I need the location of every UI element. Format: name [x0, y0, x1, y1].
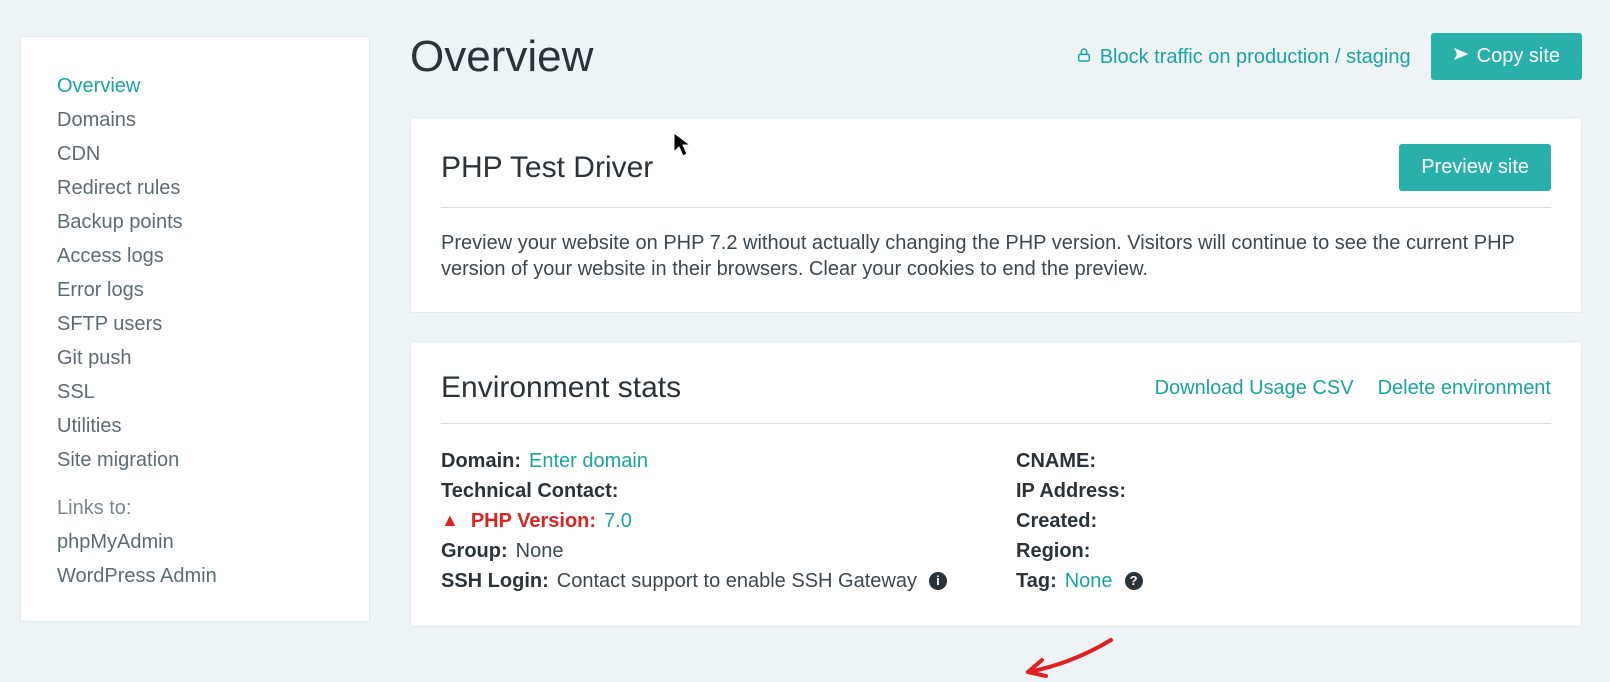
stat-ssh-login: SSH Login: Contact support to enable SSH…	[441, 566, 976, 596]
sidebar-item-cdn[interactable]: CDN	[57, 137, 333, 171]
env-stats-left-col: Domain: Enter domain Technical Contact: …	[441, 446, 976, 596]
stat-ssh-login-label: SSH Login:	[441, 568, 549, 594]
stat-group: Group: None	[441, 536, 976, 566]
paper-plane-icon	[1453, 45, 1469, 68]
php-test-driver-card: PHP Test Driver Preview site Preview you…	[410, 117, 1582, 313]
delete-environment-link[interactable]: Delete environment	[1378, 375, 1551, 401]
annotation-arrow-icon	[1016, 622, 1116, 682]
stat-tag-label: Tag:	[1016, 568, 1057, 594]
stat-php-version-value[interactable]: 7.0	[604, 508, 632, 534]
stat-technical-contact-label: Technical Contact:	[441, 478, 618, 504]
stat-tag-value[interactable]: None	[1065, 568, 1113, 594]
cursor-icon	[673, 132, 693, 166]
sidebar-links-list: phpMyAdmin WordPress Admin	[57, 525, 333, 593]
copy-site-label: Copy site	[1477, 45, 1560, 68]
php-test-driver-description: Preview your website on PHP 7.2 without …	[441, 230, 1551, 282]
sidebar-item-backup-points[interactable]: Backup points	[57, 205, 333, 239]
php-test-driver-title: PHP Test Driver	[441, 148, 653, 187]
stat-cname: CNAME:	[1016, 446, 1551, 476]
sidebar-link-wordpress-admin[interactable]: WordPress Admin	[57, 559, 333, 593]
nav-list: Overview Domains CDN Redirect rules Back…	[57, 69, 333, 477]
sidebar-links-heading: Links to:	[57, 491, 333, 525]
stat-created-label: Created:	[1016, 508, 1097, 534]
block-traffic-link[interactable]: Block traffic on production / staging	[1076, 44, 1411, 70]
sidebar-item-domains[interactable]: Domains	[57, 103, 333, 137]
sidebar-item-access-logs[interactable]: Access logs	[57, 239, 333, 273]
page-header: Overview Block traffic on production / s…	[410, 28, 1582, 85]
stat-region: Region:	[1016, 536, 1551, 566]
stat-group-label: Group:	[441, 538, 508, 564]
sidebar-item-error-logs[interactable]: Error logs	[57, 273, 333, 307]
stat-ip-address-label: IP Address:	[1016, 478, 1126, 504]
stat-region-label: Region:	[1016, 538, 1090, 564]
environment-stats-title: Environment stats	[441, 368, 681, 407]
stat-technical-contact: Technical Contact:	[441, 476, 976, 506]
copy-site-button[interactable]: Copy site	[1431, 33, 1582, 80]
stat-domain-value[interactable]: Enter domain	[529, 448, 648, 474]
stat-created: Created:	[1016, 506, 1551, 536]
stat-cname-label: CNAME:	[1016, 448, 1096, 474]
preview-site-button[interactable]: Preview site	[1399, 144, 1551, 191]
lock-icon	[1076, 44, 1092, 70]
info-icon[interactable]: i	[929, 572, 947, 590]
php-test-driver-head: PHP Test Driver Preview site	[441, 144, 1551, 208]
stat-php-version-label: PHP Version:	[471, 508, 596, 534]
environment-stats-grid: Domain: Enter domain Technical Contact: …	[441, 446, 1551, 596]
stat-domain-label: Domain:	[441, 448, 521, 474]
main-content: Overview Block traffic on production / s…	[370, 0, 1590, 655]
php-test-driver-body: Preview your website on PHP 7.2 without …	[441, 230, 1551, 282]
question-icon[interactable]: ?	[1125, 572, 1143, 590]
page-title: Overview	[410, 28, 593, 85]
sidebar-link-phpmyadmin[interactable]: phpMyAdmin	[57, 525, 333, 559]
sidebar-item-site-migration[interactable]: Site migration	[57, 443, 333, 477]
stat-ip-address: IP Address:	[1016, 476, 1551, 506]
download-usage-csv-link[interactable]: Download Usage CSV	[1155, 375, 1354, 401]
warning-triangle-icon: ▲	[441, 509, 459, 532]
sidebar-item-git-push[interactable]: Git push	[57, 341, 333, 375]
environment-stats-head: Environment stats Download Usage CSV Del…	[441, 368, 1551, 424]
sidebar-item-sftp-users[interactable]: SFTP users	[57, 307, 333, 341]
sidebar: Overview Domains CDN Redirect rules Back…	[20, 36, 370, 622]
env-stats-right-col: CNAME: IP Address: Created: Region:	[1016, 446, 1551, 596]
stat-ssh-login-value: Contact support to enable SSH Gateway	[557, 568, 917, 594]
sidebar-item-redirect-rules[interactable]: Redirect rules	[57, 171, 333, 205]
stat-domain: Domain: Enter domain	[441, 446, 976, 476]
environment-stats-card: Environment stats Download Usage CSV Del…	[410, 341, 1582, 627]
stat-tag: Tag: None ?	[1016, 566, 1551, 596]
sidebar-item-ssl[interactable]: SSL	[57, 375, 333, 409]
sidebar-item-overview[interactable]: Overview	[57, 69, 333, 103]
block-traffic-label: Block traffic on production / staging	[1100, 44, 1411, 70]
page-header-actions: Block traffic on production / staging Co…	[1076, 33, 1582, 80]
stat-php-version: ▲ PHP Version: 7.0	[441, 506, 976, 536]
stat-group-value: None	[516, 538, 564, 564]
sidebar-item-utilities[interactable]: Utilities	[57, 409, 333, 443]
